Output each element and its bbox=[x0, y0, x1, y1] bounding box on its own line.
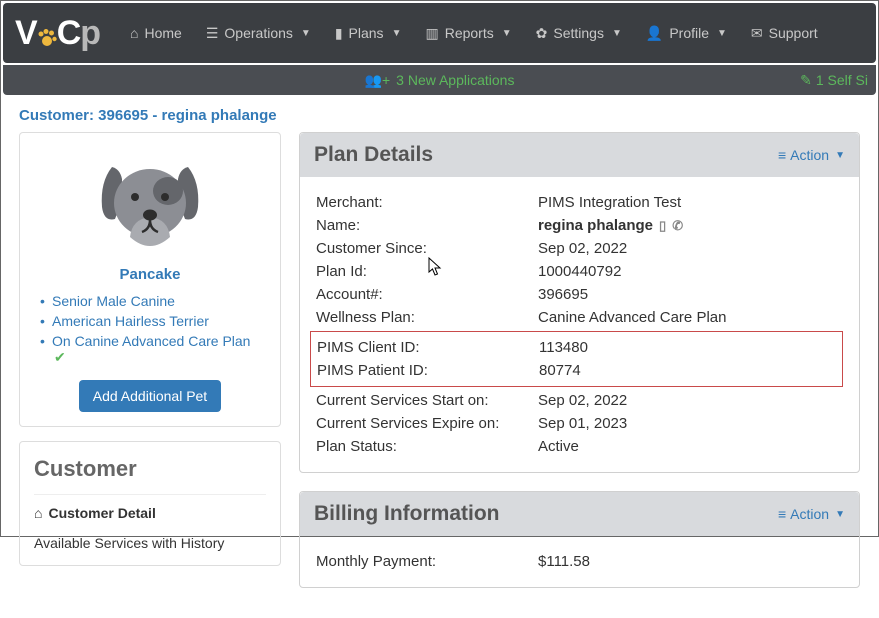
available-services-link[interactable]: Available Services with History bbox=[34, 535, 266, 551]
billing-action-label: Action bbox=[790, 506, 829, 522]
chevron-down-icon: ▼ bbox=[835, 509, 845, 520]
list-icon: ☰ bbox=[206, 25, 219, 42]
plan-details-heading: Plan Details bbox=[314, 143, 433, 167]
wellness-value: Canine Advanced Care Plan bbox=[538, 309, 726, 326]
status-label: Plan Status: bbox=[316, 438, 538, 455]
nav-support-label: Support bbox=[769, 25, 818, 41]
customer-detail-link[interactable]: ⌂ Customer Detail bbox=[34, 505, 266, 521]
customer-detail-label: Customer Detail bbox=[48, 505, 155, 521]
expire-value: Sep 01, 2023 bbox=[538, 415, 627, 432]
nav-profile-label: Profile bbox=[669, 25, 709, 41]
nav-profile[interactable]: 👤 Profile ▼ bbox=[636, 17, 737, 50]
pims-client-value: 113480 bbox=[539, 339, 588, 356]
planid-value: 1000440792 bbox=[538, 263, 621, 280]
tag-icon: ▮ bbox=[335, 25, 343, 42]
chevron-down-icon: ▼ bbox=[835, 150, 845, 161]
gear-icon: ✿ bbox=[536, 25, 548, 42]
name-label: Name: bbox=[316, 217, 538, 234]
pencil-icon: ✎ bbox=[800, 72, 812, 89]
chart-icon: ▥ bbox=[425, 25, 438, 42]
menu-icon: ≡ bbox=[778, 147, 786, 163]
chevron-down-icon: ▼ bbox=[301, 28, 311, 39]
since-value: Sep 02, 2022 bbox=[538, 240, 627, 257]
pims-highlight-box: PIMS Client ID:113480 PIMS Patient ID:80… bbox=[310, 331, 843, 387]
nav-plans-label: Plans bbox=[349, 25, 384, 41]
nav-reports-label: Reports bbox=[445, 25, 494, 41]
nav-operations-label: Operations bbox=[224, 25, 292, 41]
chevron-down-icon: ▼ bbox=[392, 28, 402, 39]
pet-card: Pancake Senior Male Canine American Hair… bbox=[19, 132, 281, 427]
new-applications-link[interactable]: 👥+ 3 New Applications bbox=[365, 72, 515, 89]
menu-icon: ≡ bbox=[778, 506, 786, 522]
pet-name[interactable]: Pancake bbox=[34, 266, 266, 283]
pet-info-line[interactable]: Senior Male Canine bbox=[38, 291, 262, 311]
nav-home[interactable]: ⌂ Home bbox=[120, 17, 192, 50]
chevron-down-icon: ▼ bbox=[502, 28, 512, 39]
plan-action-button[interactable]: ≡ Action ▼ bbox=[778, 147, 845, 163]
merchant-value: PIMS Integration Test bbox=[538, 194, 681, 211]
pet-plan-label: On Canine Advanced Care Plan bbox=[52, 333, 250, 349]
home-icon: ⌂ bbox=[130, 25, 138, 41]
chevron-down-icon: ▼ bbox=[612, 28, 622, 39]
logo[interactable]: VCp bbox=[15, 14, 100, 53]
pims-patient-label: PIMS Patient ID: bbox=[317, 362, 539, 379]
home-icon: ⌂ bbox=[34, 505, 42, 521]
status-value: Active bbox=[538, 438, 579, 455]
customer-heading: Customer bbox=[34, 456, 266, 482]
account-value: 396695 bbox=[538, 286, 588, 303]
billing-panel: Billing Information ≡ Action ▼ Monthly P… bbox=[299, 491, 860, 588]
since-label: Customer Since: bbox=[316, 240, 538, 257]
envelope-icon: ✉ bbox=[751, 25, 763, 42]
nav-operations[interactable]: ☰ Operations ▼ bbox=[196, 17, 321, 50]
nav-plans[interactable]: ▮ Plans ▼ bbox=[325, 17, 412, 50]
merchant-label: Merchant: bbox=[316, 194, 538, 211]
start-value: Sep 02, 2022 bbox=[538, 392, 627, 409]
nav-support[interactable]: ✉ Support bbox=[741, 17, 828, 50]
self-signup-label: 1 Self Si bbox=[816, 72, 868, 88]
users-plus-icon: 👥+ bbox=[365, 72, 391, 89]
breadcrumb[interactable]: Customer: 396695 - regina phalange bbox=[19, 107, 860, 124]
phone-icon[interactable]: ✆ bbox=[672, 218, 683, 233]
expire-label: Current Services Expire on: bbox=[316, 415, 538, 432]
add-pet-button[interactable]: Add Additional Pet bbox=[79, 380, 221, 412]
pims-client-label: PIMS Client ID: bbox=[317, 339, 539, 356]
status-bar: 👥+ 3 New Applications ✎ 1 Self Si bbox=[3, 65, 876, 95]
check-icon: ✔ bbox=[54, 349, 66, 365]
nav-settings-label: Settings bbox=[553, 25, 604, 41]
planid-label: Plan Id: bbox=[316, 263, 538, 280]
nav-home-label: Home bbox=[145, 25, 182, 41]
pet-avatar bbox=[34, 147, 266, 260]
new-applications-label: 3 New Applications bbox=[396, 72, 514, 88]
name-value: regina phalange▯✆ bbox=[538, 217, 683, 234]
plan-action-label: Action bbox=[790, 147, 829, 163]
user-icon: 👤 bbox=[646, 25, 663, 42]
plan-details-panel: Plan Details ≡ Action ▼ Merchant:PIMS In… bbox=[299, 132, 860, 473]
pims-patient-value: 80774 bbox=[539, 362, 581, 379]
paw-icon bbox=[37, 28, 57, 48]
nav-reports[interactable]: ▥ Reports ▼ bbox=[415, 17, 521, 50]
billing-action-button[interactable]: ≡ Action ▼ bbox=[778, 506, 845, 522]
customer-panel: Customer ⌂ Customer Detail Available Ser… bbox=[19, 441, 281, 566]
account-label: Account#: bbox=[316, 286, 538, 303]
billing-heading: Billing Information bbox=[314, 502, 499, 526]
pet-info-line[interactable]: On Canine Advanced Care Plan ✔ bbox=[38, 331, 262, 368]
start-label: Current Services Start on: bbox=[316, 392, 538, 409]
chevron-down-icon: ▼ bbox=[717, 28, 727, 39]
self-signup-link[interactable]: ✎ 1 Self Si bbox=[800, 72, 868, 89]
nav-settings[interactable]: ✿ Settings ▼ bbox=[526, 17, 632, 50]
id-card-icon[interactable]: ▯ bbox=[659, 218, 666, 233]
monthly-label: Monthly Payment: bbox=[316, 553, 538, 570]
wellness-label: Wellness Plan: bbox=[316, 309, 538, 326]
navbar: VCp ⌂ Home ☰ Operations ▼ ▮ Plans ▼ ▥ Reports ▼… bbox=[3, 3, 876, 63]
pet-info-line[interactable]: American Hairless Terrier bbox=[38, 311, 262, 331]
monthly-value: $111.58 bbox=[538, 553, 590, 570]
